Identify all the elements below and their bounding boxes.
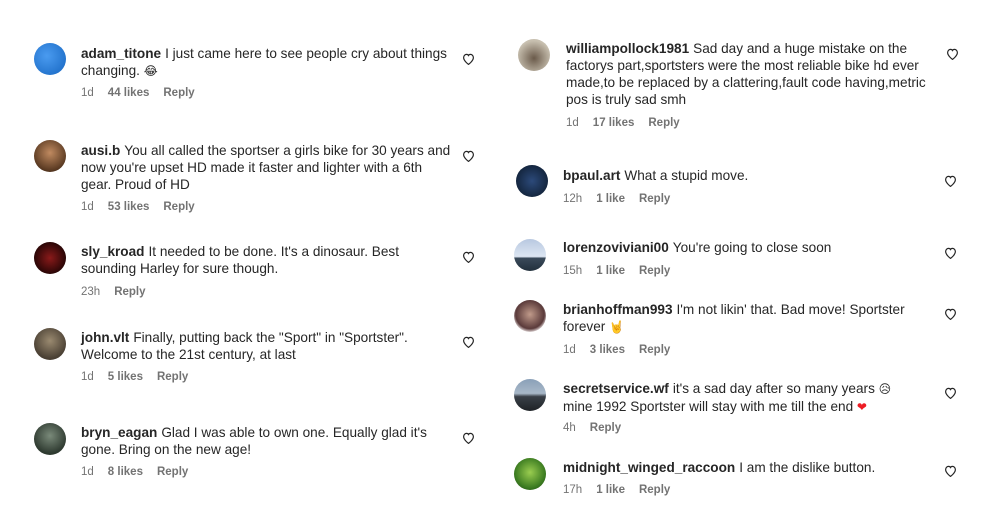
red-heart-emoji-icon: ❤ xyxy=(856,400,867,414)
rock-on-emoji-icon: 🤘 xyxy=(609,320,625,334)
heart-icon[interactable] xyxy=(946,48,959,60)
comment-text: ausi.b You all called the sportser a girl… xyxy=(81,142,453,193)
comment-meta: 17h 1 like Reply xyxy=(563,484,684,496)
heart-icon[interactable] xyxy=(462,53,475,65)
comment-text: williampollock1981 Sad day and a huge mis… xyxy=(566,40,926,108)
likes-count[interactable]: 3 likes xyxy=(590,344,625,356)
sad-emoji-icon: 😥 xyxy=(878,382,892,396)
laughing-emoji-icon: 😂 xyxy=(143,64,158,78)
comment-text: secretservice.wf it's a sad day after so … xyxy=(563,380,923,416)
reply-button[interactable]: Reply xyxy=(648,117,679,129)
comment-meta: 4h Reply xyxy=(563,422,635,434)
heart-icon[interactable] xyxy=(462,251,475,263)
username[interactable]: brianhoffman993 xyxy=(563,302,673,317)
username[interactable]: sly_kroad xyxy=(81,244,144,259)
username[interactable]: bryn_eagan xyxy=(81,425,157,440)
reply-button[interactable]: Reply xyxy=(639,344,670,356)
comment-meta: 1d 17 likes Reply xyxy=(566,117,694,129)
reply-button[interactable]: Reply xyxy=(157,371,188,383)
comment-meta: 1d 53 likes Reply xyxy=(81,201,209,213)
username[interactable]: ausi.b xyxy=(81,143,120,158)
comment-body: You're going to close soon xyxy=(672,240,832,255)
timestamp: 4h xyxy=(563,422,576,434)
avatar[interactable] xyxy=(514,458,546,490)
comment-body: it's a sad day after so many years xyxy=(672,381,875,396)
avatar[interactable] xyxy=(34,43,66,75)
likes-count[interactable]: 8 likes xyxy=(108,466,143,478)
comment-body: You all called the sportser a girls bike… xyxy=(81,143,451,192)
timestamp: 15h xyxy=(563,265,583,277)
reply-button[interactable]: Reply xyxy=(163,87,194,99)
avatar[interactable] xyxy=(514,239,546,271)
comment-text: lorenzoviviani00 You're going to close so… xyxy=(563,239,923,256)
reply-button[interactable]: Reply xyxy=(639,265,670,277)
comment-text: brianhoffman993 I'm not likin' that. Bad … xyxy=(563,301,923,336)
reply-button[interactable]: Reply xyxy=(114,286,145,298)
avatar[interactable] xyxy=(34,242,66,274)
comment-meta: 1d 44 likes Reply xyxy=(81,87,209,99)
timestamp: 23h xyxy=(81,286,101,298)
username[interactable]: bpaul.art xyxy=(563,168,620,183)
username[interactable]: midnight_winged_raccoon xyxy=(563,460,735,475)
heart-icon[interactable] xyxy=(944,308,957,320)
username[interactable]: secretservice.wf xyxy=(563,381,669,396)
comment-text: midnight_winged_raccoon I am the dislike … xyxy=(563,459,923,476)
timestamp: 12h xyxy=(563,193,583,205)
username[interactable]: williampollock1981 xyxy=(566,41,689,56)
username[interactable]: lorenzoviviani00 xyxy=(563,240,669,255)
likes-count[interactable]: 5 likes xyxy=(108,371,143,383)
comment-text: john.vlt Finally, putting back the "Sport… xyxy=(81,329,453,363)
avatar[interactable] xyxy=(516,165,548,197)
avatar[interactable] xyxy=(34,328,66,360)
avatar[interactable] xyxy=(514,379,546,411)
comment-meta: 12h 1 like Reply xyxy=(563,193,684,205)
reply-button[interactable]: Reply xyxy=(639,484,670,496)
reply-button[interactable]: Reply xyxy=(590,422,621,434)
timestamp: 1d xyxy=(81,201,94,213)
avatar[interactable] xyxy=(34,423,66,455)
likes-count[interactable]: 1 like xyxy=(596,484,625,496)
comment-body: Finally, putting back the "Sport" in "Sp… xyxy=(81,330,408,362)
avatar[interactable] xyxy=(34,140,66,172)
heart-icon[interactable] xyxy=(944,387,957,399)
heart-icon[interactable] xyxy=(462,150,475,162)
heart-icon[interactable] xyxy=(944,465,957,477)
comment-meta: 1d 5 likes Reply xyxy=(81,371,202,383)
comment-body: What a stupid move. xyxy=(624,168,749,183)
reply-button[interactable]: Reply xyxy=(157,466,188,478)
reply-button[interactable]: Reply xyxy=(163,201,194,213)
likes-count[interactable]: 1 like xyxy=(596,193,625,205)
comment-text: bryn_eagan Glad I was able to own one. Eq… xyxy=(81,424,453,458)
heart-icon[interactable] xyxy=(944,175,957,187)
comment-body: I am the dislike button. xyxy=(739,460,876,475)
comment-meta: 1d 3 likes Reply xyxy=(563,344,684,356)
timestamp: 17h xyxy=(563,484,583,496)
likes-count[interactable]: 17 likes xyxy=(593,117,635,129)
likes-count[interactable]: 1 like xyxy=(596,265,625,277)
avatar[interactable] xyxy=(514,300,546,332)
timestamp: 1d xyxy=(81,371,94,383)
heart-icon[interactable] xyxy=(944,247,957,259)
timestamp: 1d xyxy=(563,344,576,356)
likes-count[interactable]: 53 likes xyxy=(108,201,150,213)
comment-meta: 23h Reply xyxy=(81,286,160,298)
comment-meta: 1d 8 likes Reply xyxy=(81,466,202,478)
comment-meta: 15h 1 like Reply xyxy=(563,265,684,277)
timestamp: 1d xyxy=(81,87,94,99)
likes-count[interactable]: 44 likes xyxy=(108,87,150,99)
timestamp: 1d xyxy=(566,117,579,129)
heart-icon[interactable] xyxy=(462,336,475,348)
comment-text: bpaul.art What a stupid move. xyxy=(563,167,923,184)
comment-body-continued: mine 1992 Sportster will stay with me ti… xyxy=(563,399,854,414)
reply-button[interactable]: Reply xyxy=(639,193,670,205)
heart-icon[interactable] xyxy=(462,432,475,444)
username[interactable]: john.vlt xyxy=(81,330,129,345)
username[interactable]: adam_titone xyxy=(81,46,161,61)
timestamp: 1d xyxy=(81,466,94,478)
comment-text: sly_kroad It needed to be done. It's a di… xyxy=(81,243,453,277)
avatar[interactable] xyxy=(518,39,550,71)
comment-text: adam_titone I just came here to see peopl… xyxy=(81,45,451,80)
